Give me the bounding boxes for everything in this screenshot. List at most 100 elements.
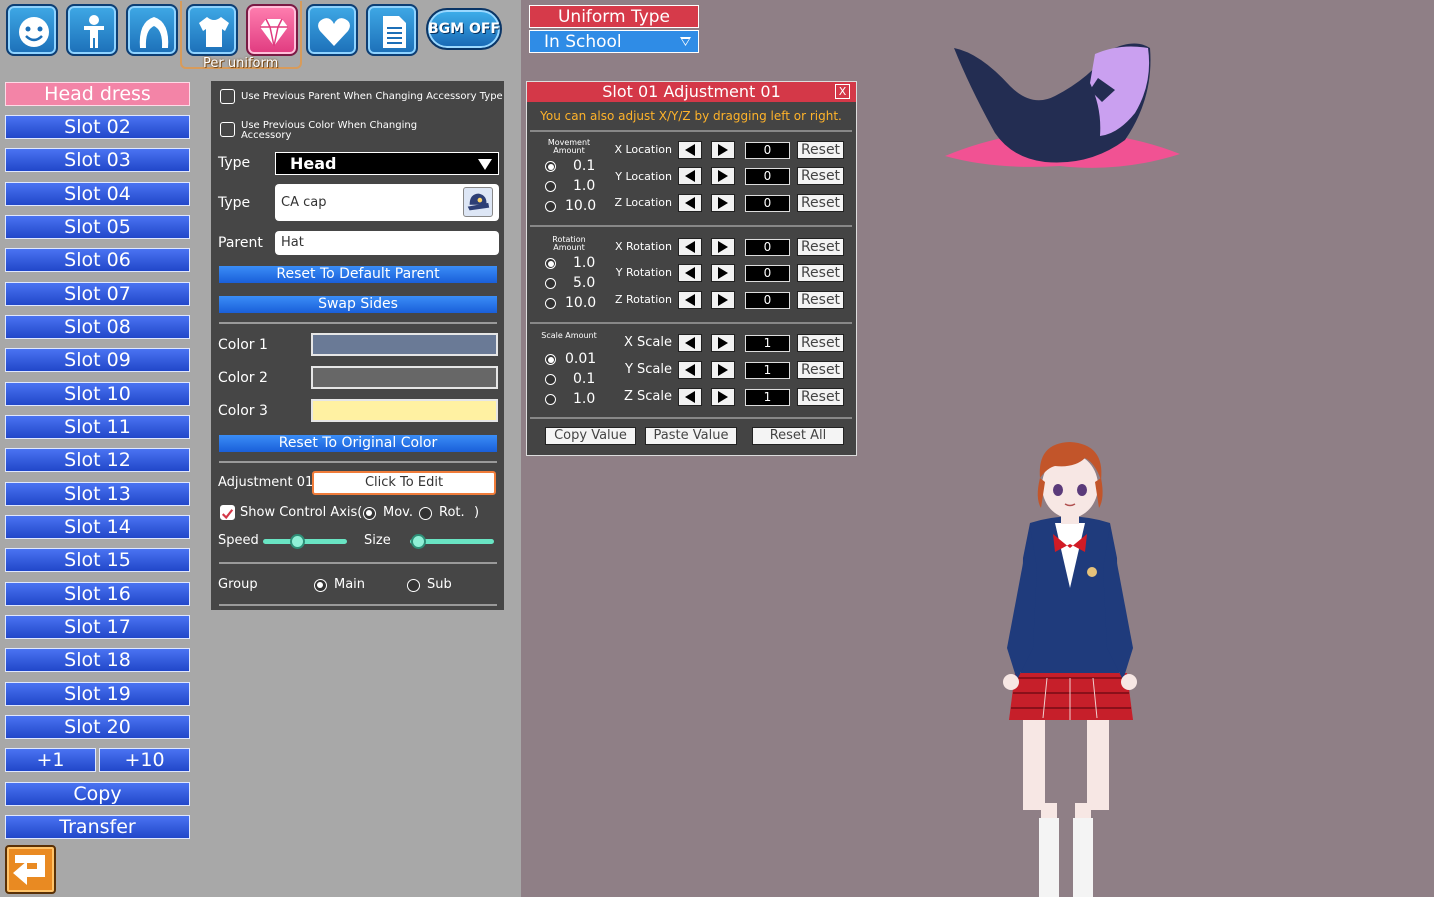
copy-button[interactable]: Copy [5,782,190,806]
slot-item-13[interactable]: Slot 13 [5,482,190,506]
back-button[interactable] [5,845,56,894]
axis-rotate-radio[interactable] [419,507,432,520]
x-location-reset-button[interactable]: Reset [797,141,844,159]
speed-slider-handle[interactable] [289,534,305,549]
x-rotation-input[interactable]: 0 [745,239,790,256]
z-scale-input[interactable]: 1 [745,389,790,406]
y-rotation-input[interactable]: 0 [745,265,790,282]
slot-item-08[interactable]: Slot 08 [5,315,190,339]
z-scale-increase-button[interactable] [711,388,735,406]
add-one-slot-button[interactable]: +1 [5,748,96,772]
bgm-toggle-button[interactable]: BGM OFF [426,8,502,50]
use-previous-parent-checkbox[interactable] [220,89,235,104]
rotation-amount-radio-10.0[interactable] [545,298,556,309]
x-scale-input[interactable]: 1 [745,335,790,352]
face-category-button[interactable] [6,4,58,56]
z-location-decrease-button[interactable] [678,194,702,212]
slot-item-16[interactable]: Slot 16 [5,582,190,606]
y-scale-input[interactable]: 1 [745,362,790,379]
y-rotation-increase-button[interactable] [711,264,735,282]
y-location-decrease-button[interactable] [678,167,702,185]
hair-category-button[interactable] [126,4,178,56]
reset-all-button[interactable]: Reset All [752,427,844,445]
slot-item-20[interactable]: Slot 20 [5,715,190,739]
body-category-button[interactable] [66,4,118,56]
click-to-edit-button[interactable]: Click To Edit [312,471,496,495]
scale-amount-radio-0.01[interactable] [545,354,556,365]
slot-item-12[interactable]: Slot 12 [5,448,190,472]
scale-amount-radio-1.0[interactable] [545,394,556,405]
axis-move-radio[interactable] [363,507,376,520]
parent-selector[interactable]: Hat [275,231,499,255]
z-location-increase-button[interactable] [711,194,735,212]
z-rotation-input[interactable]: 0 [745,292,790,309]
swap-sides-button[interactable]: Swap Sides [219,296,497,313]
y-location-reset-button[interactable]: Reset [797,167,844,185]
y-scale-increase-button[interactable] [711,361,735,379]
favorites-category-button[interactable] [306,4,358,56]
y-rotation-decrease-button[interactable] [678,264,702,282]
slot-item-15[interactable]: Slot 15 [5,548,190,572]
paste-value-button[interactable]: Paste Value [645,427,737,445]
color-1-swatch[interactable] [311,333,498,356]
rotation-amount-radio-5.0[interactable] [545,278,556,289]
save-card-button[interactable] [366,4,418,56]
x-scale-reset-button[interactable]: Reset [797,334,844,352]
y-scale-reset-button[interactable]: Reset [797,361,844,379]
item-type-selector[interactable]: CA cap [275,184,499,221]
x-rotation-increase-button[interactable] [711,238,735,256]
z-location-input[interactable]: 0 [745,195,790,212]
slot-item-07[interactable]: Slot 07 [5,282,190,306]
slot-item-03[interactable]: Slot 03 [5,148,190,172]
y-location-increase-button[interactable] [711,167,735,185]
copy-value-button[interactable]: Copy Value [545,427,636,445]
slot-item-06[interactable]: Slot 06 [5,248,190,272]
use-previous-color-checkbox[interactable] [220,122,235,137]
color-3-swatch[interactable] [311,399,498,422]
close-button[interactable]: X [835,84,850,99]
y-location-input[interactable]: 0 [745,168,790,185]
x-location-decrease-button[interactable] [678,141,702,159]
slot-item-05[interactable]: Slot 05 [5,215,190,239]
z-location-reset-button[interactable]: Reset [797,194,844,212]
color-2-swatch[interactable] [311,366,498,389]
slot-item-17[interactable]: Slot 17 [5,615,190,639]
z-scale-decrease-button[interactable] [678,388,702,406]
z-rotation-decrease-button[interactable] [678,291,702,309]
slot-item-19[interactable]: Slot 19 [5,682,190,706]
reset-original-color-button[interactable]: Reset To Original Color [219,435,497,452]
group-main-radio[interactable] [314,579,327,592]
movement-amount-radio-10.0[interactable] [545,201,556,212]
z-rotation-increase-button[interactable] [711,291,735,309]
transfer-button[interactable]: Transfer [5,815,190,839]
z-rotation-reset-button[interactable]: Reset [797,291,844,309]
category-type-dropdown[interactable]: Head [275,152,499,175]
show-control-axis-checkbox[interactable] [220,505,235,520]
group-sub-radio[interactable] [407,579,420,592]
y-scale-decrease-button[interactable] [678,361,702,379]
slot-item-02[interactable]: Slot 02 [5,115,190,139]
y-rotation-reset-button[interactable]: Reset [797,264,844,282]
speed-slider-track[interactable] [263,539,347,544]
x-location-increase-button[interactable] [711,141,735,159]
x-scale-decrease-button[interactable] [678,334,702,352]
slot-item-18[interactable]: Slot 18 [5,648,190,672]
z-scale-reset-button[interactable]: Reset [797,388,844,406]
add-ten-slots-button[interactable]: +10 [99,748,190,772]
x-scale-increase-button[interactable] [711,334,735,352]
movement-amount-radio-0.1[interactable] [545,161,556,172]
x-location-input[interactable]: 0 [745,142,790,159]
slot-item-04[interactable]: Slot 04 [5,182,190,206]
scale-amount-radio-0.1[interactable] [545,374,556,385]
uniform-type-dropdown[interactable]: In School [529,30,699,53]
slot-item-09[interactable]: Slot 09 [5,348,190,372]
slot-item-14[interactable]: Slot 14 [5,515,190,539]
movement-amount-radio-1.0[interactable] [545,181,556,192]
slot-item-10[interactable]: Slot 10 [5,382,190,406]
reset-default-parent-button[interactable]: Reset To Default Parent [219,266,497,283]
slot-item-11[interactable]: Slot 11 [5,415,190,439]
rotation-amount-radio-1.0[interactable] [545,258,556,269]
x-rotation-reset-button[interactable]: Reset [797,238,844,256]
slot-item-head-dress[interactable]: Head dress [5,82,190,106]
x-rotation-decrease-button[interactable] [678,238,702,256]
